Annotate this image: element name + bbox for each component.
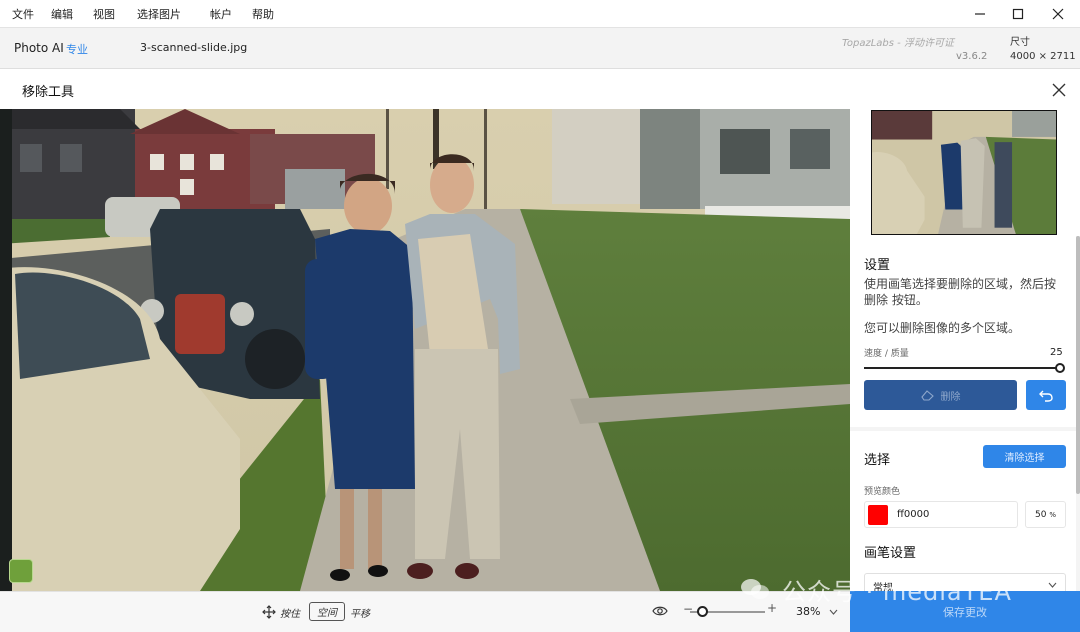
app-tier: 专业 xyxy=(66,43,88,56)
color-swatch[interactable] xyxy=(868,505,888,525)
file-tab[interactable]: 3-scanned-slide.jpg xyxy=(140,41,247,54)
close-tool-icon[interactable] xyxy=(1050,81,1068,99)
license-text: TopazLabs - 浮动许可证 xyxy=(842,38,954,49)
undo-icon xyxy=(1039,390,1053,402)
overlay-toggle-chip[interactable] xyxy=(9,559,33,583)
app-name: Photo AI xyxy=(14,41,64,55)
clear-selection-button[interactable]: 清除选择 xyxy=(983,445,1066,468)
size-label: 尺寸 xyxy=(1010,37,1030,48)
settings-description: 使用画笔选择要删除的区域，然后按 删除 按钮。 xyxy=(864,277,1057,307)
thumbnail-image xyxy=(872,111,1056,234)
eye-icon[interactable] xyxy=(652,605,668,617)
maximize-icon xyxy=(1012,8,1024,20)
size-value: 4000 × 2711 xyxy=(1010,51,1076,62)
minimize-icon xyxy=(975,13,985,15)
minimize-button[interactable] xyxy=(963,2,997,26)
menu-account[interactable]: 帐户 xyxy=(210,6,232,22)
zoom-chevron-down-icon[interactable] xyxy=(829,609,838,615)
preview-opacity-value: 50 xyxy=(1035,509,1047,520)
pan-hint-prefix: 按住 xyxy=(280,609,300,620)
settings-title: 设置 xyxy=(864,258,891,273)
preview-color-hex: ff0000 xyxy=(897,509,930,520)
brush-settings-title: 画笔设置 xyxy=(864,546,917,561)
slider-label: 速度 / 质量 xyxy=(864,349,909,359)
remove-button[interactable]: 删除 xyxy=(864,380,1017,410)
menu-select-image[interactable]: 选择图片 xyxy=(137,6,181,22)
wechat-icon xyxy=(741,579,769,599)
settings-description-2: 您可以删除图像的多个区域。 xyxy=(864,321,1021,335)
settings-panel: 设置 使用画笔选择要删除的区域，然后按 删除 按钮。 您可以删除图像的多个区域。… xyxy=(850,109,1080,597)
pan-hint-key: 空间 xyxy=(309,602,345,621)
menu-view[interactable]: 视图 xyxy=(93,6,115,22)
info-bar: Photo AI 专业 3-scanned-slide.jpg TopazLab… xyxy=(0,27,1080,69)
menu-bar: 文件 编辑 视图 选择图片 帐户 帮助 xyxy=(0,0,1080,27)
menu-edit[interactable]: 编辑 xyxy=(51,6,73,22)
tool-header: 移除工具 xyxy=(0,69,1080,109)
status-bar: 按住 空间 平移 − + 38% xyxy=(0,591,850,632)
selection-section: 选择 清除选择 预览颜色 ff0000 50 % 画笔设置 常规 xyxy=(850,431,1076,597)
zoom-out-icon[interactable]: − xyxy=(683,602,693,616)
pan-hint-suffix: 平移 xyxy=(350,609,370,620)
menu-file[interactable]: 文件 xyxy=(12,6,34,22)
settings-section: 设置 使用画笔选择要删除的区域，然后按 删除 按钮。 您可以删除图像的多个区域。… xyxy=(850,236,1076,427)
watermark-text: 公众号 · mediaTEA xyxy=(782,578,1012,606)
slider-value: 25 xyxy=(1050,347,1063,358)
image-canvas[interactable] xyxy=(0,109,850,591)
panel-scrollbar[interactable] xyxy=(1076,236,1080,494)
navigator[interactable] xyxy=(850,109,1080,236)
slider-knob[interactable] xyxy=(1055,363,1065,373)
window-close-button[interactable] xyxy=(1041,2,1075,26)
remove-label: 删除 xyxy=(940,391,961,403)
zoom-in-icon[interactable]: + xyxy=(767,601,777,615)
pan-move-icon xyxy=(262,605,276,619)
close-icon xyxy=(1052,8,1064,20)
navigator-thumbnail[interactable] xyxy=(871,110,1057,235)
tool-title: 移除工具 xyxy=(22,85,75,100)
eraser-icon xyxy=(920,390,934,401)
preview-opacity-field[interactable]: 50 % xyxy=(1025,501,1066,528)
undo-button[interactable] xyxy=(1026,380,1066,410)
preview-opacity-unit: % xyxy=(1049,510,1056,519)
version-text: v3.6.2 xyxy=(956,51,988,62)
speed-quality-slider[interactable] xyxy=(864,367,1060,369)
chevron-down-icon xyxy=(1048,582,1057,588)
maximize-button[interactable] xyxy=(1001,2,1035,26)
preview-color-field[interactable]: ff0000 xyxy=(864,501,1018,528)
selection-title: 选择 xyxy=(864,453,891,468)
preview-color-label: 预览颜色 xyxy=(864,487,901,497)
photo xyxy=(0,109,850,591)
zoom-knob[interactable] xyxy=(696,606,708,617)
menu-help[interactable]: 帮助 xyxy=(252,6,274,22)
